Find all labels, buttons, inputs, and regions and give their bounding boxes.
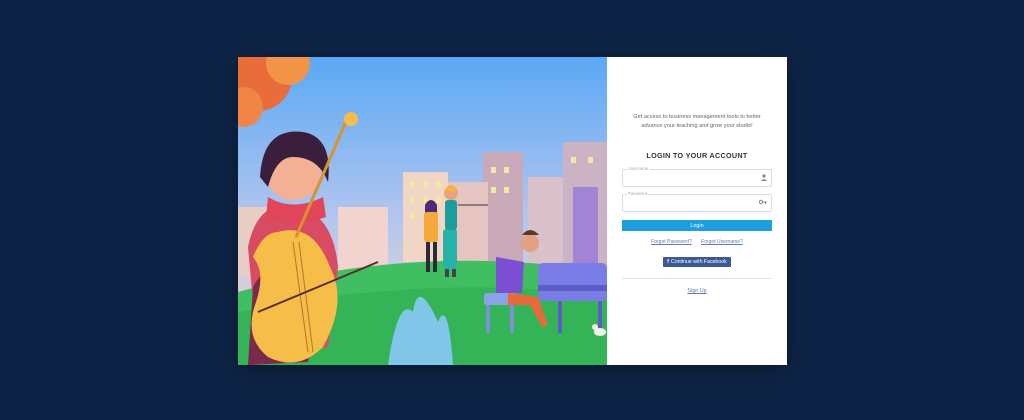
- user-icon: [761, 174, 767, 184]
- login-card: Get access to business management tools …: [238, 57, 787, 365]
- username-label: Username: [627, 166, 650, 171]
- hero-illustration: [238, 57, 607, 365]
- login-panel: Get access to business management tools …: [607, 57, 787, 365]
- username-field[interactable]: Username: [622, 166, 772, 190]
- password-label: Password: [627, 191, 649, 196]
- password-field[interactable]: Password: [622, 191, 772, 215]
- password-input[interactable]: [627, 199, 750, 215]
- username-input[interactable]: [627, 174, 750, 190]
- signup-link[interactable]: Sign Up: [687, 288, 706, 294]
- facebook-icon: f: [667, 259, 670, 265]
- login-heading: LOGIN TO YOUR ACCOUNT: [646, 151, 748, 160]
- forgot-links: Forgot Password? Forgot Username?: [622, 239, 772, 245]
- facebook-button[interactable]: f Continue with Facebook: [663, 257, 731, 267]
- facebook-label: Continue with Facebook: [671, 259, 727, 265]
- forgot-username-link[interactable]: Forgot Username?: [701, 239, 743, 245]
- signup-row: Sign Up: [622, 288, 772, 294]
- forgot-password-link[interactable]: Forgot Password?: [651, 239, 692, 245]
- login-button[interactable]: Login: [622, 220, 772, 231]
- intro-text: Get access to business management tools …: [633, 114, 761, 129]
- divider: [622, 278, 772, 279]
- key-icon: [758, 199, 767, 208]
